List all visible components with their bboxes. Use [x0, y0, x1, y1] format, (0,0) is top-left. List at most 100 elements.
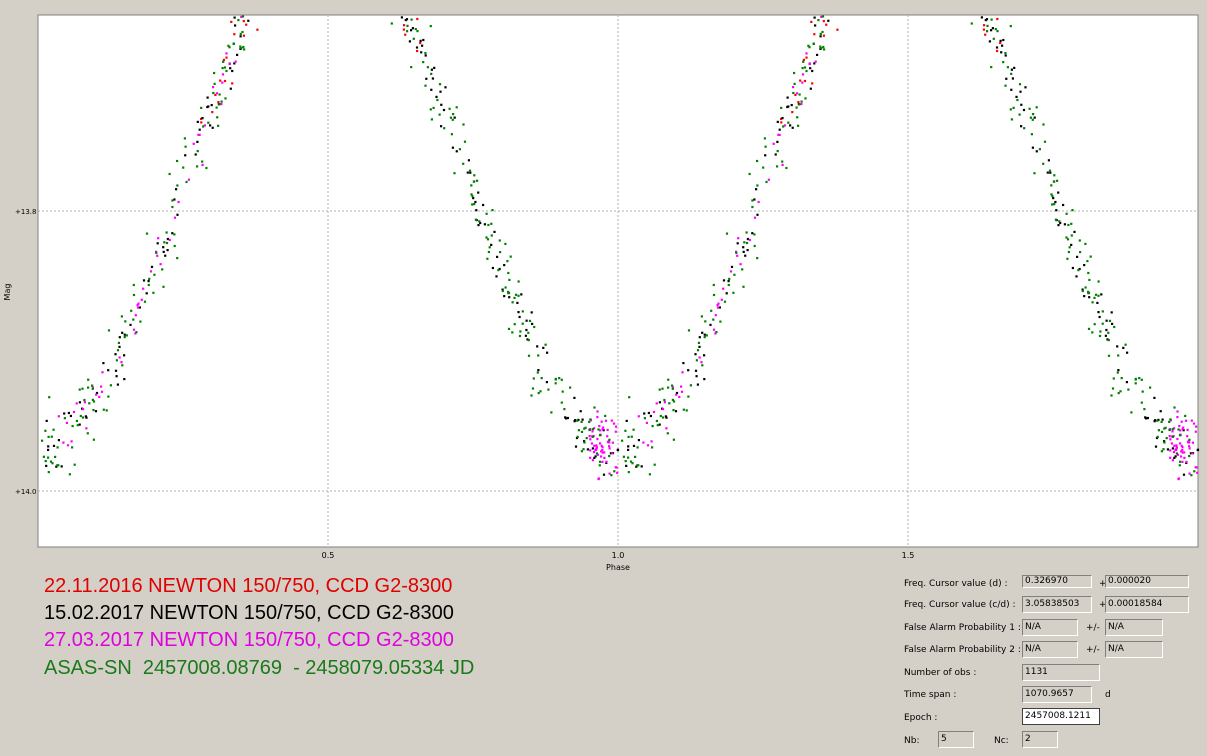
data-point	[503, 295, 506, 298]
data-point	[419, 41, 422, 45]
data-point	[1171, 435, 1174, 438]
data-point	[91, 398, 94, 401]
data-point	[780, 121, 783, 124]
data-point	[236, 53, 239, 56]
data-point	[1153, 396, 1156, 399]
data-point	[419, 39, 422, 42]
data-point	[1028, 107, 1031, 110]
data-point	[426, 66, 429, 69]
data-point	[241, 15, 245, 18]
data-point	[1170, 442, 1173, 445]
data-point	[682, 362, 685, 365]
data-point	[661, 416, 665, 419]
data-point	[490, 243, 493, 246]
data-point	[173, 198, 176, 201]
freq-d-error-field[interactable]: 0.000020	[1105, 575, 1189, 588]
freq-cd-field[interactable]: 3.05838503	[1022, 596, 1092, 613]
data-point	[574, 445, 578, 448]
data-point	[602, 473, 606, 476]
data-point	[1031, 118, 1034, 121]
data-point	[712, 293, 716, 297]
timespan-field[interactable]: 1070.9657	[1022, 686, 1092, 703]
data-point	[776, 150, 779, 153]
data-point	[593, 444, 596, 447]
fap1-error-field[interactable]: N/A	[1105, 619, 1163, 636]
data-point	[78, 388, 81, 391]
data-point	[560, 401, 563, 404]
data-point	[135, 331, 138, 334]
data-point	[216, 116, 219, 119]
data-point	[785, 166, 788, 170]
data-point	[1177, 477, 1180, 480]
data-point	[629, 460, 633, 463]
data-point	[495, 275, 498, 278]
data-point	[787, 121, 790, 124]
data-point	[142, 287, 145, 290]
fap2-error-field[interactable]: N/A	[1105, 641, 1163, 658]
data-point	[85, 427, 88, 430]
data-point	[666, 432, 669, 435]
fap2-field[interactable]: N/A	[1022, 641, 1078, 658]
data-point	[1178, 464, 1181, 467]
data-point	[45, 419, 48, 422]
data-point	[1018, 83, 1022, 86]
data-point	[440, 103, 443, 106]
data-point	[687, 329, 691, 332]
data-point	[468, 169, 472, 172]
data-point	[579, 410, 582, 413]
data-point	[210, 104, 213, 107]
nc-field[interactable]: 2	[1022, 731, 1058, 748]
data-point	[117, 341, 120, 344]
data-point	[527, 331, 530, 334]
data-point	[537, 354, 540, 357]
data-point	[648, 473, 651, 476]
nb-field[interactable]: 5	[938, 731, 974, 748]
data-point	[470, 184, 473, 187]
fap2-label: False Alarm Probability 2 :	[904, 645, 1021, 655]
data-point	[804, 97, 807, 100]
freq-d-field[interactable]: 0.326970	[1022, 575, 1092, 588]
data-point	[1165, 437, 1168, 440]
data-point	[1161, 418, 1164, 421]
data-point	[200, 106, 203, 109]
data-point	[230, 20, 233, 23]
data-point	[1058, 220, 1061, 223]
data-point	[1171, 447, 1174, 450]
data-point	[79, 414, 82, 418]
data-point	[462, 123, 465, 126]
nobs-field[interactable]: 1131	[1022, 664, 1100, 681]
data-point	[120, 361, 123, 364]
data-point	[1098, 315, 1101, 319]
fap1-field[interactable]: N/A	[1022, 619, 1078, 636]
data-point	[243, 48, 246, 51]
data-point	[736, 242, 739, 245]
data-point	[1176, 437, 1179, 441]
data-point	[778, 133, 781, 136]
data-point	[793, 71, 796, 75]
data-point	[605, 460, 608, 463]
data-point	[503, 264, 506, 267]
data-point	[591, 428, 594, 431]
data-point	[696, 349, 700, 352]
data-point	[469, 171, 472, 174]
data-point	[596, 437, 599, 441]
data-point	[613, 470, 616, 473]
data-point	[594, 448, 597, 452]
data-point	[132, 283, 135, 287]
data-point	[591, 430, 594, 433]
data-point	[808, 46, 811, 49]
data-point	[530, 311, 533, 314]
data-point	[91, 384, 94, 387]
data-point	[1196, 448, 1199, 452]
data-point	[92, 438, 95, 441]
data-point	[786, 96, 789, 99]
data-point	[507, 291, 511, 294]
data-point	[1105, 319, 1108, 322]
data-point	[52, 444, 56, 447]
data-point	[183, 137, 186, 140]
data-point	[598, 460, 602, 463]
freq-cd-error-field[interactable]: 0.00018584	[1105, 596, 1189, 613]
data-point	[996, 30, 999, 33]
data-point	[1033, 116, 1036, 119]
epoch-field[interactable]: 2457008.1211	[1022, 708, 1100, 725]
